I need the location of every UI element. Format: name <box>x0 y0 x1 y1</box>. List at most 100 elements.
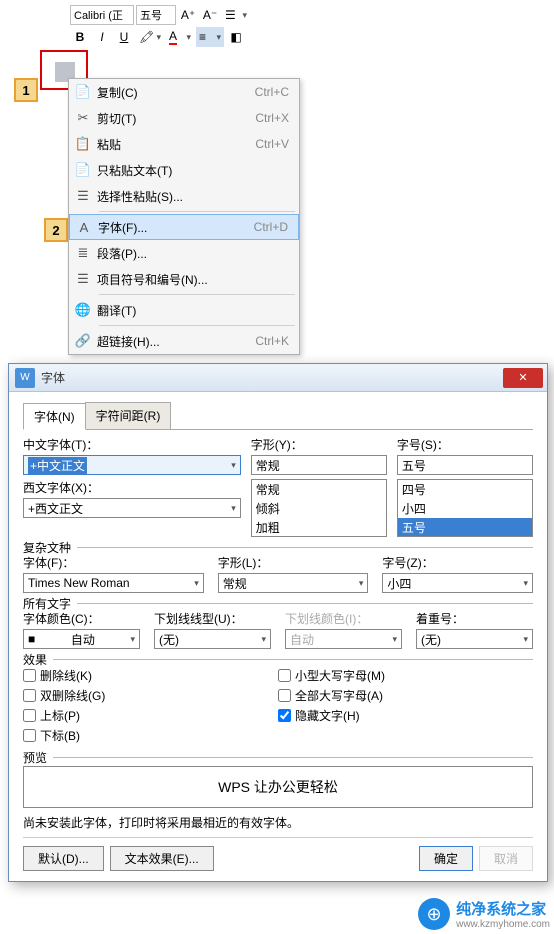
ctx-shortcut: Ctrl+C <box>255 85 299 99</box>
ctx-icon: 🔗 <box>69 333 97 349</box>
small-caps-checkbox[interactable]: 小型大写字母(M) <box>278 667 533 684</box>
preview-box: WPS 让办公更轻松 <box>23 766 533 808</box>
ctx-icon: 📄 <box>69 162 97 178</box>
italic-btn[interactable]: I <box>92 27 112 47</box>
emphasis-combo[interactable]: (无)▾ <box>416 629 533 649</box>
ctx-item[interactable]: ☰项目符号和编号(N)... <box>69 266 299 292</box>
font-size-select[interactable]: 五号 <box>136 5 176 25</box>
ctx-item[interactable]: 🔗超链接(H)...Ctrl+K <box>69 328 299 354</box>
latin-font-combo[interactable]: +西文正文▾ <box>23 498 241 518</box>
cancel-button[interactable]: 取消 <box>479 846 533 871</box>
underline-color-label: 下划线颜色(I)： <box>285 610 402 627</box>
complex-style-label: 字形(L)： <box>218 554 369 571</box>
ctx-item[interactable]: ≣段落(P)... <box>69 240 299 266</box>
strikethrough-checkbox[interactable]: 删除线(K) <box>23 667 278 684</box>
dialog-titlebar: W 字体 ✕ <box>9 364 547 392</box>
superscript-checkbox[interactable]: 上标(P) <box>23 707 278 724</box>
align-btn[interactable]: ≡▾ <box>196 27 224 47</box>
font-note: 尚未安装此字体，打印时将采用最相近的有效字体。 <box>23 814 533 831</box>
ctx-label: 段落(P)... <box>97 245 289 262</box>
complex-style-combo[interactable]: 常规▾ <box>218 573 369 593</box>
highlight-btn[interactable]: 🖍▾ <box>136 27 164 47</box>
bold-btn[interactable]: B <box>70 27 90 47</box>
ctx-icon: ☰ <box>69 271 97 287</box>
font-dialog: W 字体 ✕ 字体(N) 字符间距(R) 中文字体(T)： +中文正文▾ 字形(… <box>8 363 548 882</box>
ctx-icon: 📋 <box>69 136 97 152</box>
ctx-label: 项目符号和编号(N)... <box>97 271 289 288</box>
ctx-item[interactable]: 📄复制(C)Ctrl+C <box>69 79 299 105</box>
ctx-label: 剪切(T) <box>97 110 255 127</box>
font-color-label: 字体颜色(C)： <box>23 610 140 627</box>
erase-format-btn[interactable]: ◧ <box>226 27 246 47</box>
text-effect-button[interactable]: 文本效果(E)... <box>110 846 214 871</box>
ok-button[interactable]: 确定 <box>419 846 473 871</box>
ctx-shortcut: Ctrl+X <box>255 111 299 125</box>
watermark: ⊕ 纯净系统之家 www.kzmyhome.com <box>418 898 550 930</box>
underline-btn[interactable]: U <box>114 27 134 47</box>
tab-spacing[interactable]: 字符间距(R) <box>85 402 172 429</box>
context-menu: 📄复制(C)Ctrl+C✂剪切(T)Ctrl+X📋粘贴Ctrl+V📄只粘贴文本(… <box>68 78 300 355</box>
ctx-label: 超链接(H)... <box>97 333 255 350</box>
ctx-shortcut: Ctrl+K <box>255 334 299 348</box>
app-icon: W <box>15 368 35 388</box>
ctx-shortcut: Ctrl+V <box>255 137 299 151</box>
ctx-item[interactable]: 📋粘贴Ctrl+V <box>69 131 299 157</box>
all-caps-checkbox[interactable]: 全部大写字母(A) <box>278 687 533 704</box>
size-label: 字号(S)： <box>397 436 533 453</box>
ctx-label: 只粘贴文本(T) <box>97 162 289 179</box>
watermark-title: 纯净系统之家 <box>456 901 546 918</box>
watermark-icon: ⊕ <box>418 898 450 930</box>
double-strikethrough-checkbox[interactable]: 双删除线(G) <box>23 687 278 704</box>
dialog-tabs: 字体(N) 字符间距(R) <box>23 402 533 430</box>
ctx-icon: ☰ <box>69 188 97 204</box>
size-input[interactable]: 五号 <box>397 455 533 475</box>
ctx-label: 字体(F)... <box>98 219 254 236</box>
ctx-item[interactable]: 🌐翻译(T) <box>69 297 299 323</box>
style-label: 字形(Y)： <box>251 436 387 453</box>
ctx-item[interactable]: 📄只粘贴文本(T) <box>69 157 299 183</box>
font-name-select[interactable]: Calibri (正 <box>70 5 134 25</box>
hidden-text-checkbox[interactable]: 隐藏文字(H) <box>278 707 533 724</box>
close-button[interactable]: ✕ <box>503 368 543 388</box>
ctx-item[interactable]: ☰选择性粘贴(S)... <box>69 183 299 209</box>
font-color-combo[interactable]: ■ 自动▾ <box>23 629 140 649</box>
complex-size-label: 字号(Z)： <box>382 554 533 571</box>
step-2-badge: 2 <box>44 218 68 242</box>
emphasis-label: 着重号： <box>416 610 533 627</box>
complex-font-combo[interactable]: Times New Roman▾ <box>23 573 204 593</box>
font-color-btn[interactable]: A▾ <box>166 27 194 47</box>
complex-script-title: 复杂文种 <box>23 539 77 556</box>
ctx-icon: ≣ <box>69 245 97 261</box>
complex-font-label: 字体(F)： <box>23 554 204 571</box>
tab-font[interactable]: 字体(N) <box>23 403 86 430</box>
dialog-title: 字体 <box>41 369 503 386</box>
style-input[interactable]: 常规 <box>251 455 387 475</box>
ctx-icon: 🌐 <box>69 302 97 318</box>
underline-color-combo: 自动▾ <box>285 629 402 649</box>
ctx-label: 翻译(T) <box>97 302 289 319</box>
watermark-sub: www.kzmyhome.com <box>456 919 550 930</box>
size-listbox[interactable]: 四号小四五号 <box>397 479 533 537</box>
all-text-title: 所有文字 <box>23 595 77 612</box>
ctx-label: 粘贴 <box>97 136 255 153</box>
ctx-icon: ✂ <box>69 110 97 126</box>
style-listbox[interactable]: 常规倾斜加粗 <box>251 479 387 537</box>
ctx-label: 复制(C) <box>97 84 255 101</box>
subscript-checkbox[interactable]: 下标(B) <box>23 727 278 744</box>
complex-size-combo[interactable]: 小四▾ <box>382 573 533 593</box>
ctx-item[interactable]: A字体(F)...Ctrl+D <box>69 214 299 240</box>
underline-label: 下划线线型(U)： <box>154 610 271 627</box>
step-1-badge: 1 <box>14 78 38 102</box>
cjk-font-combo[interactable]: +中文正文▾ <box>23 455 241 475</box>
line-spacing-btn[interactable]: ☰▾ <box>222 5 250 25</box>
latin-font-label: 西文字体(X)： <box>23 479 241 496</box>
effects-title: 效果 <box>23 651 53 668</box>
increase-font-btn[interactable]: A⁺ <box>178 5 198 25</box>
ctx-icon: A <box>70 220 98 235</box>
default-button[interactable]: 默认(D)... <box>23 846 104 871</box>
preview-title: 预览 <box>23 749 53 766</box>
ctx-icon: 📄 <box>69 84 97 100</box>
decrease-font-btn[interactable]: A⁻ <box>200 5 220 25</box>
ctx-item[interactable]: ✂剪切(T)Ctrl+X <box>69 105 299 131</box>
underline-combo[interactable]: (无)▾ <box>154 629 271 649</box>
